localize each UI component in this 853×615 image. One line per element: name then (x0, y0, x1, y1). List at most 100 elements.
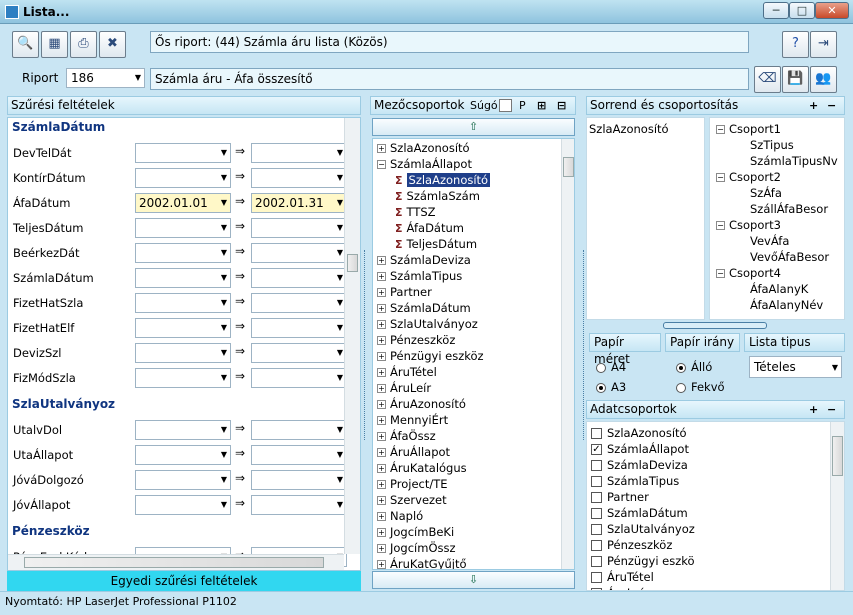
datagroup-item[interactable]: SzámlaDátum (591, 505, 844, 521)
filter-from-select[interactable]: ▼ (135, 445, 231, 465)
expand-icon[interactable]: + (377, 288, 386, 297)
custom-filter-button[interactable]: Egyedi szűrési feltételek (7, 571, 361, 591)
group-child-item[interactable]: VevÁfa (716, 233, 844, 249)
sigma-icon[interactable]: Σ (395, 238, 403, 251)
field-group-node[interactable]: + SzámlaDeviza (373, 252, 574, 268)
datagroup-checkbox[interactable] (591, 572, 602, 583)
filter-to-select[interactable]: ▼ (251, 470, 347, 490)
users-button[interactable]: 👥 (810, 66, 837, 93)
datagroup-checkbox[interactable] (591, 492, 602, 503)
field-group-node[interactable]: + Szervezet (373, 492, 574, 508)
field-group-node[interactable]: + JogcímBeKi (373, 524, 574, 540)
datagroup-item[interactable]: SzlaUtalványoz (591, 521, 844, 537)
field-group-node[interactable]: + Partner (373, 284, 574, 300)
expand-icon[interactable]: + (377, 464, 386, 473)
right-splitter[interactable] (577, 250, 584, 440)
order-remove-icon[interactable]: − (827, 97, 836, 114)
order-item[interactable]: SzlaAzonosító (589, 121, 702, 137)
expand-icon[interactable]: + (377, 528, 386, 537)
filter-from-select[interactable]: ▼ (135, 293, 231, 313)
filter-to-select[interactable]: 2002.01.31 ▼ (251, 193, 347, 213)
radio-a4-circle[interactable] (596, 362, 606, 373)
filter-scroll-thumb[interactable] (347, 254, 358, 272)
datagroups-remove-icon[interactable]: − (827, 401, 836, 418)
datagroup-item[interactable]: SzámlaTipus (591, 473, 844, 489)
group-child-item[interactable]: SzTipus (716, 137, 844, 153)
field-group-node[interactable]: + ÁruLeír (373, 380, 574, 396)
datagroup-item[interactable]: ÁruTétel (591, 569, 844, 585)
datagroup-item[interactable]: ✓ SzámlaÁllapot (591, 441, 844, 457)
collapse-icon[interactable]: − (716, 221, 725, 230)
calculator-button[interactable]: ▦ (41, 31, 68, 58)
collapse-icon[interactable]: − (716, 269, 725, 278)
field-group-node[interactable]: + ÁfaÖssz (373, 428, 574, 444)
field-group-node[interactable]: − SzámlaÁllapot (373, 156, 574, 172)
filter-from-select[interactable]: ▼ (135, 268, 231, 288)
field-group-node[interactable]: + ÁruKatGyűjtő (373, 556, 574, 569)
expand-icon[interactable]: + (377, 272, 386, 281)
expand-icon[interactable]: + (377, 320, 386, 329)
expand-icon[interactable]: + (377, 512, 386, 521)
filter-to-select[interactable]: ▼ (251, 268, 347, 288)
expand-icon[interactable]: + (377, 496, 386, 505)
filter-to-select[interactable]: ▼ (251, 243, 347, 263)
group-child-item[interactable]: ÁfaAlanyNév (716, 297, 844, 313)
expand-icon[interactable]: + (377, 480, 386, 489)
expand-icon[interactable]: + (377, 368, 386, 377)
datagroup-checkbox[interactable] (591, 428, 602, 439)
p-button[interactable]: P (519, 97, 526, 114)
field-group-node[interactable]: + SzlaUtalványoz (373, 316, 574, 332)
filter-to-select[interactable]: ▼ (251, 495, 347, 515)
filter-from-select[interactable]: ▼ (135, 243, 231, 263)
field-item-node[interactable]: Σ SzámlaSzám (373, 188, 574, 204)
expand-icon[interactable]: + (377, 256, 386, 265)
preview-button[interactable]: 🔍 (12, 31, 39, 58)
group-node[interactable]: − Csoport2 (716, 169, 844, 185)
field-group-node[interactable]: + Pénzügyi eszköz (373, 348, 574, 364)
group-child-item[interactable]: VevőÁfaBesor (716, 249, 844, 265)
list-type-select[interactable]: Tételes ▼ (749, 356, 842, 378)
datagroup-item[interactable]: SzámlaDeviza (591, 457, 844, 473)
fields-scroll-thumb[interactable] (563, 157, 574, 177)
filter-from-select[interactable]: ▼ (135, 218, 231, 238)
filter-to-select[interactable]: ▼ (251, 368, 347, 388)
field-group-node[interactable]: + JogcímÖssz (373, 540, 574, 556)
expand-all-icon[interactable]: ⊞ (537, 97, 546, 114)
field-group-node[interactable]: + ÁruÁllapot (373, 444, 574, 460)
filter-to-select[interactable]: ▼ (251, 445, 347, 465)
filter-from-select[interactable]: 2002.01.01 ▼ (135, 193, 231, 213)
datagroup-checkbox[interactable] (591, 556, 602, 567)
filter-from-select[interactable]: ▼ (135, 420, 231, 440)
group-node[interactable]: − Csoport4 (716, 265, 844, 281)
expand-icon[interactable]: + (377, 400, 386, 409)
field-group-node[interactable]: + SzámlaTipus (373, 268, 574, 284)
group-node[interactable]: − Csoport3 (716, 217, 844, 233)
print-button[interactable]: ⎙ (70, 31, 97, 58)
field-item-node[interactable]: Σ ÁfaDátum (373, 220, 574, 236)
field-item-node[interactable]: Σ TeljesDátum (373, 236, 574, 252)
expand-icon[interactable]: + (377, 544, 386, 553)
filter-to-select[interactable]: ▼ (251, 420, 347, 440)
filter-scrollbar[interactable] (344, 118, 360, 554)
filter-from-select[interactable]: ▼ (135, 495, 231, 515)
filter-to-select[interactable]: ▼ (251, 293, 347, 313)
filter-from-select[interactable]: ▼ (135, 168, 231, 188)
datagroup-checkbox[interactable] (591, 524, 602, 535)
clear-button[interactable]: ⌫ (754, 66, 781, 93)
sigma-icon[interactable]: Σ (395, 190, 403, 203)
fields-scrollbar[interactable] (561, 139, 574, 569)
sigma-icon[interactable]: Σ (395, 174, 403, 187)
maximize-button[interactable]: □ (789, 2, 815, 19)
close-button[interactable]: ✕ (815, 2, 849, 19)
datagroup-item[interactable]: Pénzügyi eszkö (591, 553, 844, 569)
datagroups-scroll-thumb[interactable] (832, 436, 843, 476)
left-splitter[interactable] (364, 250, 371, 440)
collapse-icon[interactable]: − (377, 160, 386, 169)
collapse-all-icon[interactable]: ⊟ (557, 97, 566, 114)
help-checkbox[interactable] (499, 99, 512, 112)
expand-icon[interactable]: + (377, 448, 386, 457)
datagroups-add-icon[interactable]: + (809, 401, 818, 418)
expand-icon[interactable]: + (377, 560, 386, 569)
save-button[interactable]: 💾 (782, 66, 809, 93)
radio-portrait[interactable]: Álló (676, 360, 712, 374)
